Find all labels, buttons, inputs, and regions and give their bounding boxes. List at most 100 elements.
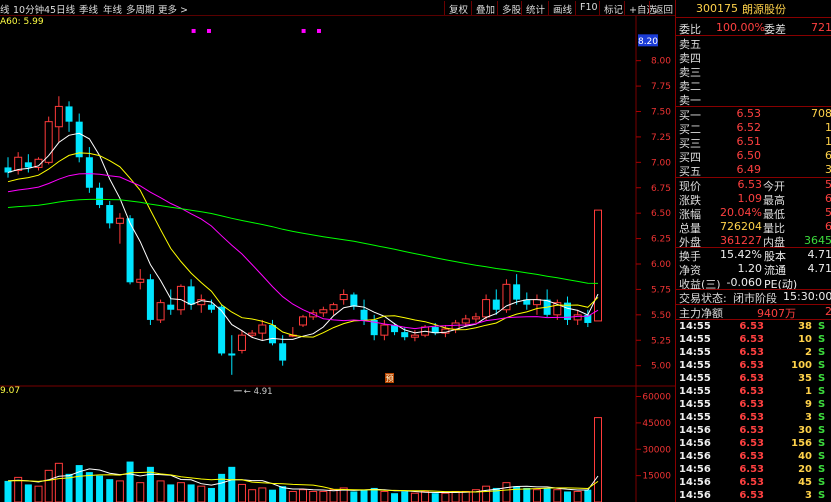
tick-volume: 10 (798, 334, 812, 345)
stat-value: 1.20 (737, 262, 763, 275)
tick-price: 6.53 (739, 373, 764, 384)
candle-body (532, 299, 541, 306)
price-tick-label: 6.75 (651, 184, 671, 194)
volume-bar (54, 462, 63, 502)
volume-bar (126, 461, 134, 502)
volume-bar (96, 475, 104, 502)
toolbar-right-button[interactable]: 画线 (548, 1, 576, 16)
volume-bar (167, 484, 175, 502)
volume-bar (513, 486, 521, 502)
candle-body (96, 187, 104, 206)
volume-bar (136, 482, 145, 502)
candle-body (65, 106, 73, 122)
tick-side: S (818, 438, 826, 449)
candle-body (410, 334, 419, 338)
candle-body (594, 209, 602, 322)
toolbar-right-button[interactable]: 统计 (521, 1, 549, 16)
toolbar-left-item[interactable]: 多周期 (126, 2, 155, 16)
candle-body (401, 332, 409, 338)
volume-bar (24, 484, 32, 502)
bid-volume: 708 (811, 107, 831, 120)
volume-bar (380, 490, 389, 502)
tick-row: 14:55 6.53 2 S (676, 347, 831, 360)
tick-row: 14:56 6.53 30 S (676, 425, 831, 438)
ask-row: 卖一 (676, 92, 831, 107)
tick-time: 14:56 (679, 438, 711, 449)
candle-body (329, 304, 338, 311)
tick-side: S (818, 347, 826, 358)
toolbar-left-item[interactable]: 季线 (79, 2, 98, 16)
ask-row: 卖三 (676, 64, 831, 79)
toolbar-left-item[interactable]: 年线 (103, 2, 122, 16)
candle-body (451, 322, 460, 330)
toolbar-left-item[interactable]: 10分钟 (13, 2, 44, 16)
tick-row: 14:56 6.53 40 S (676, 451, 831, 464)
volume-bar (156, 480, 165, 502)
kline-chart[interactable]: 8.00 7.75 7.50 7.25 7.00 6.75 6.50 6.25 6.00 5.75… (0, 16, 675, 502)
toolbar-left-item[interactable]: 线 (0, 2, 10, 16)
stock-header[interactable]: 300175 朗源股份 (676, 0, 831, 18)
weibi-value: 100.00% (716, 21, 765, 34)
candle-body (228, 353, 236, 356)
candle-body (299, 316, 307, 326)
quote-value-2: 6 (825, 192, 831, 205)
ma-line-ma60 (7, 198, 599, 284)
price-tick-label: 7.25 (651, 133, 671, 143)
bid-price: 6.51 (736, 135, 762, 148)
candle-body (360, 309, 368, 320)
trade-status-row: 交易状态: 闭市阶段 15:30:00 (676, 290, 831, 305)
trade-status-time: 15:30:00 (783, 290, 831, 303)
tick-price: 6.53 (739, 399, 764, 410)
tick-row: 14:55 6.53 35 S (676, 373, 831, 386)
tick-price: 6.53 (739, 477, 764, 488)
tick-price: 6.53 (739, 360, 764, 371)
bid-volume: 1 (825, 121, 831, 134)
volume-bar (523, 487, 531, 502)
bid-volume: 1 (825, 135, 831, 148)
tick-volume: 2 (805, 347, 812, 358)
price-tick-label: 5.75 (651, 285, 671, 295)
quote-value: 1.09 (737, 192, 763, 205)
toolbar-left-item[interactable]: 更多 > (158, 2, 188, 16)
tick-price: 6.53 (739, 386, 764, 397)
volume-tick-label: 45000 (642, 419, 671, 429)
tick-time: 14:55 (679, 321, 711, 332)
tick-volume: 3 (805, 490, 812, 501)
candle-body (339, 294, 348, 301)
volume-bar (573, 490, 582, 502)
main-flow-row: 主力净额 9407万 2 (676, 305, 831, 320)
toolbar-right-button[interactable]: 复权 (444, 1, 472, 16)
candle-body (461, 318, 470, 324)
quote-row: 涨跌 1.09 最高 6 (676, 192, 831, 207)
tick-volume: 9 (805, 399, 812, 410)
volume-tick-label: 30000 (642, 445, 671, 455)
toolbar-right-button[interactable]: 叠加 (471, 1, 499, 16)
quote-row: 现价 6.53 今开 5 (676, 178, 831, 193)
price-tick-label: 5.25 (651, 336, 671, 346)
tick-side: S (818, 321, 826, 332)
price-tick-label: 8.00 (651, 57, 671, 67)
volume-bar (431, 493, 439, 502)
ask-row: 卖五 (676, 36, 831, 51)
tick-price: 6.53 (739, 438, 764, 449)
candle-body (573, 314, 582, 321)
candle-body (146, 279, 154, 320)
volume-bar (543, 487, 551, 502)
tick-row: 14:56 6.53 156 S (676, 438, 831, 451)
volume-bar (532, 489, 541, 502)
tick-price: 6.53 (739, 334, 764, 345)
tick-time: 14:56 (679, 464, 711, 475)
toolbar-right-button[interactable]: 标记 (599, 1, 627, 16)
volume-legend: 9.07 (0, 386, 21, 396)
candle-body (279, 343, 287, 361)
toolbar-right-button[interactable]: 返回 (649, 1, 677, 16)
candle-body (319, 309, 328, 314)
toolbar-left-item[interactable]: 45日线 (44, 2, 75, 16)
candle-body (136, 278, 145, 283)
stat-row: 净资 1.20 流通 4.71 (676, 262, 831, 277)
tick-time: 14:55 (679, 334, 711, 345)
volume-bar (482, 485, 491, 502)
toolbar-right-button[interactable]: F10 (575, 1, 602, 15)
candle-body (187, 286, 195, 305)
volume-bar (421, 490, 430, 502)
